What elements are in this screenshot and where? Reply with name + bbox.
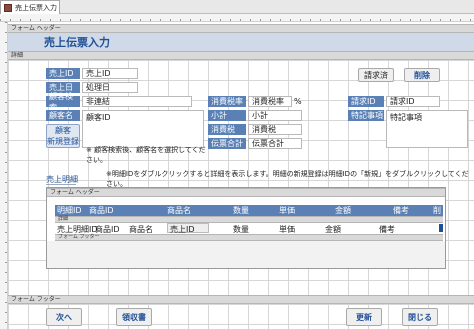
page-title: 売上伝票入力	[44, 36, 110, 49]
special-notes-field[interactable]: 特記事項	[386, 110, 468, 148]
subform-column-header: 明細ID 商品ID 商品名 数量 単価 金額 備考 削	[55, 205, 443, 216]
sales-id-field[interactable]: 売上ID	[82, 68, 138, 79]
cell-sales-id[interactable]: 売上ID	[167, 223, 209, 234]
receipt-button[interactable]: 領収書	[116, 308, 152, 326]
sales-detail-subform[interactable]: フォーム ヘッダー 明細ID 商品ID 商品名 数量 単価 金額 備考 削 詳細…	[46, 187, 446, 269]
vertical-ruler	[0, 22, 8, 329]
horizontal-ruler	[0, 14, 474, 22]
delete-checkbox[interactable]	[439, 224, 443, 232]
next-button[interactable]: 次へ	[46, 308, 82, 326]
customer-search-note: ※ 顧客検索後、顧客名を選択してください。	[86, 146, 206, 164]
sales-detail-heading: 売上明細	[46, 174, 78, 184]
subform-footer-bar[interactable]: フォーム フッター	[55, 234, 443, 241]
column-detail-id[interactable]: 明細ID	[57, 205, 82, 216]
column-product-id[interactable]: 商品ID	[89, 205, 114, 216]
column-delete[interactable]: 削	[433, 205, 441, 216]
request-id-label: 請求ID	[348, 96, 384, 107]
detail-instruction-note: ※明細IDをダブルクリックすると詳細を表示します。明細の新規登録は明細IDの「新…	[106, 170, 469, 188]
tab-bar: 売上伝票入力	[0, 0, 474, 14]
special-notes-label: 特記事項	[348, 110, 384, 121]
tax-rate-label: 消費税率	[208, 96, 246, 107]
subtotal-field[interactable]: 小計	[248, 110, 302, 121]
form-header-area: 売上伝票入力	[8, 33, 474, 51]
tax-field[interactable]: 消費税	[248, 124, 302, 135]
register-customer-button[interactable]: 顧客 新規登録	[46, 124, 80, 148]
delete-button[interactable]: 削除	[404, 68, 440, 82]
column-amount[interactable]: 金額	[335, 205, 351, 216]
subtotal-label: 小計	[208, 110, 246, 121]
total-label: 伝票合計	[208, 138, 246, 149]
customer-name-listbox[interactable]: 顧客ID	[82, 110, 204, 148]
column-notes[interactable]: 備考	[393, 205, 409, 216]
form-icon	[4, 3, 12, 12]
tab-sales-entry[interactable]: 売上伝票入力	[0, 0, 60, 14]
form-header-section-bar[interactable]: フォーム ヘッダー	[8, 24, 474, 33]
close-button[interactable]: 閉じる	[402, 308, 438, 326]
subform-header-bar[interactable]: フォーム ヘッダー	[47, 188, 445, 197]
customer-name-label: 顧客名	[46, 110, 80, 121]
subform-detail-bar[interactable]: 詳細	[55, 216, 443, 223]
sales-detail-underline	[46, 184, 76, 185]
total-field[interactable]: 伝票合計	[248, 138, 302, 149]
percent-unit: %	[294, 97, 302, 106]
column-product-name[interactable]: 商品名	[167, 205, 191, 216]
sales-id-label: 売上ID	[46, 68, 80, 79]
form-footer-section-bar[interactable]: フォーム フッター	[8, 295, 474, 304]
tax-rate-field[interactable]: 消費税率	[248, 96, 292, 107]
subform-empty-area	[47, 241, 445, 268]
customer-search-label: 顧客検索	[46, 92, 80, 112]
column-unit-price[interactable]: 単価	[279, 205, 295, 216]
tab-label: 売上伝票入力	[15, 3, 57, 12]
request-id-field[interactable]: 請求ID	[386, 96, 440, 107]
tax-label: 消費税	[208, 124, 246, 135]
table-row[interactable]: 売上明細ID 商品ID 商品名 売上ID 数量 単価 金額 備考	[55, 223, 443, 234]
sales-date-field[interactable]: 処理日	[82, 82, 138, 93]
detail-section-bar[interactable]: 詳細	[8, 51, 474, 60]
update-button[interactable]: 更新	[346, 308, 382, 326]
billed-button[interactable]: 請求済	[358, 68, 394, 82]
customer-search-field[interactable]: 非連結	[82, 96, 192, 107]
column-quantity[interactable]: 数量	[233, 205, 249, 216]
